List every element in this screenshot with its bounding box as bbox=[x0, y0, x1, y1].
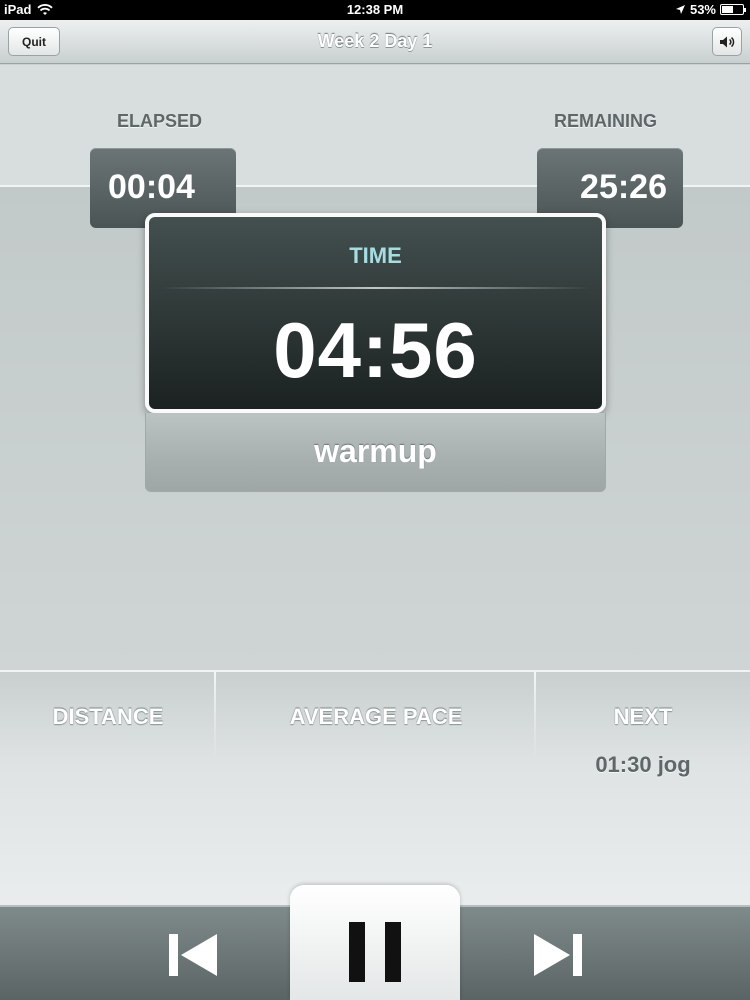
timer-divider bbox=[161, 287, 590, 289]
timer-value: 04:56 bbox=[273, 306, 478, 394]
pause-icon-bar-left bbox=[349, 921, 365, 982]
nav-bar: Quit Week 2 Day 1 bbox=[0, 20, 750, 64]
sound-button[interactable] bbox=[712, 27, 742, 56]
pause-button[interactable] bbox=[290, 885, 460, 1000]
pause-icon-bar-right bbox=[385, 921, 401, 982]
battery-fill bbox=[722, 6, 733, 13]
battery-percent: 53% bbox=[689, 2, 716, 17]
phase-label: warmup bbox=[314, 433, 437, 469]
average-pace-label: AVERAGE PACE bbox=[289, 704, 463, 729]
battery-icon bbox=[720, 4, 746, 15]
metrics-row: DISTANCE AVERAGE PACE NEXT 01:30 jog bbox=[0, 670, 750, 905]
status-bar: iPad 12:38 PM 53% bbox=[0, 0, 750, 20]
next-interval-value: 01:30 jog bbox=[595, 752, 691, 777]
phase-bar: warmup bbox=[145, 413, 606, 492]
skip-next-icon bbox=[534, 934, 582, 976]
remaining-value: 25:26 bbox=[580, 168, 667, 206]
remaining-label: REMAINING bbox=[554, 111, 657, 131]
speaker-icon bbox=[720, 36, 735, 47]
location-arrow-icon bbox=[675, 5, 685, 14]
elapsed-value: 00:04 bbox=[108, 168, 195, 206]
elapsed-label: ELAPSED bbox=[117, 111, 203, 131]
next-button[interactable] bbox=[530, 930, 586, 980]
page-title: Week 2 Day 1 bbox=[317, 31, 433, 51]
status-time: 12:38 PM bbox=[346, 2, 404, 17]
timer-label: TIME bbox=[349, 243, 402, 268]
previous-button[interactable] bbox=[165, 930, 221, 980]
distance-label: DISTANCE bbox=[52, 704, 164, 729]
interval-timer: TIME 04:56 bbox=[145, 213, 606, 413]
skip-previous-icon bbox=[169, 934, 217, 976]
next-label: NEXT bbox=[613, 704, 673, 729]
workout-panel: ELAPSED 00:04 REMAINING 25:26 TIME 04:56… bbox=[0, 65, 750, 670]
